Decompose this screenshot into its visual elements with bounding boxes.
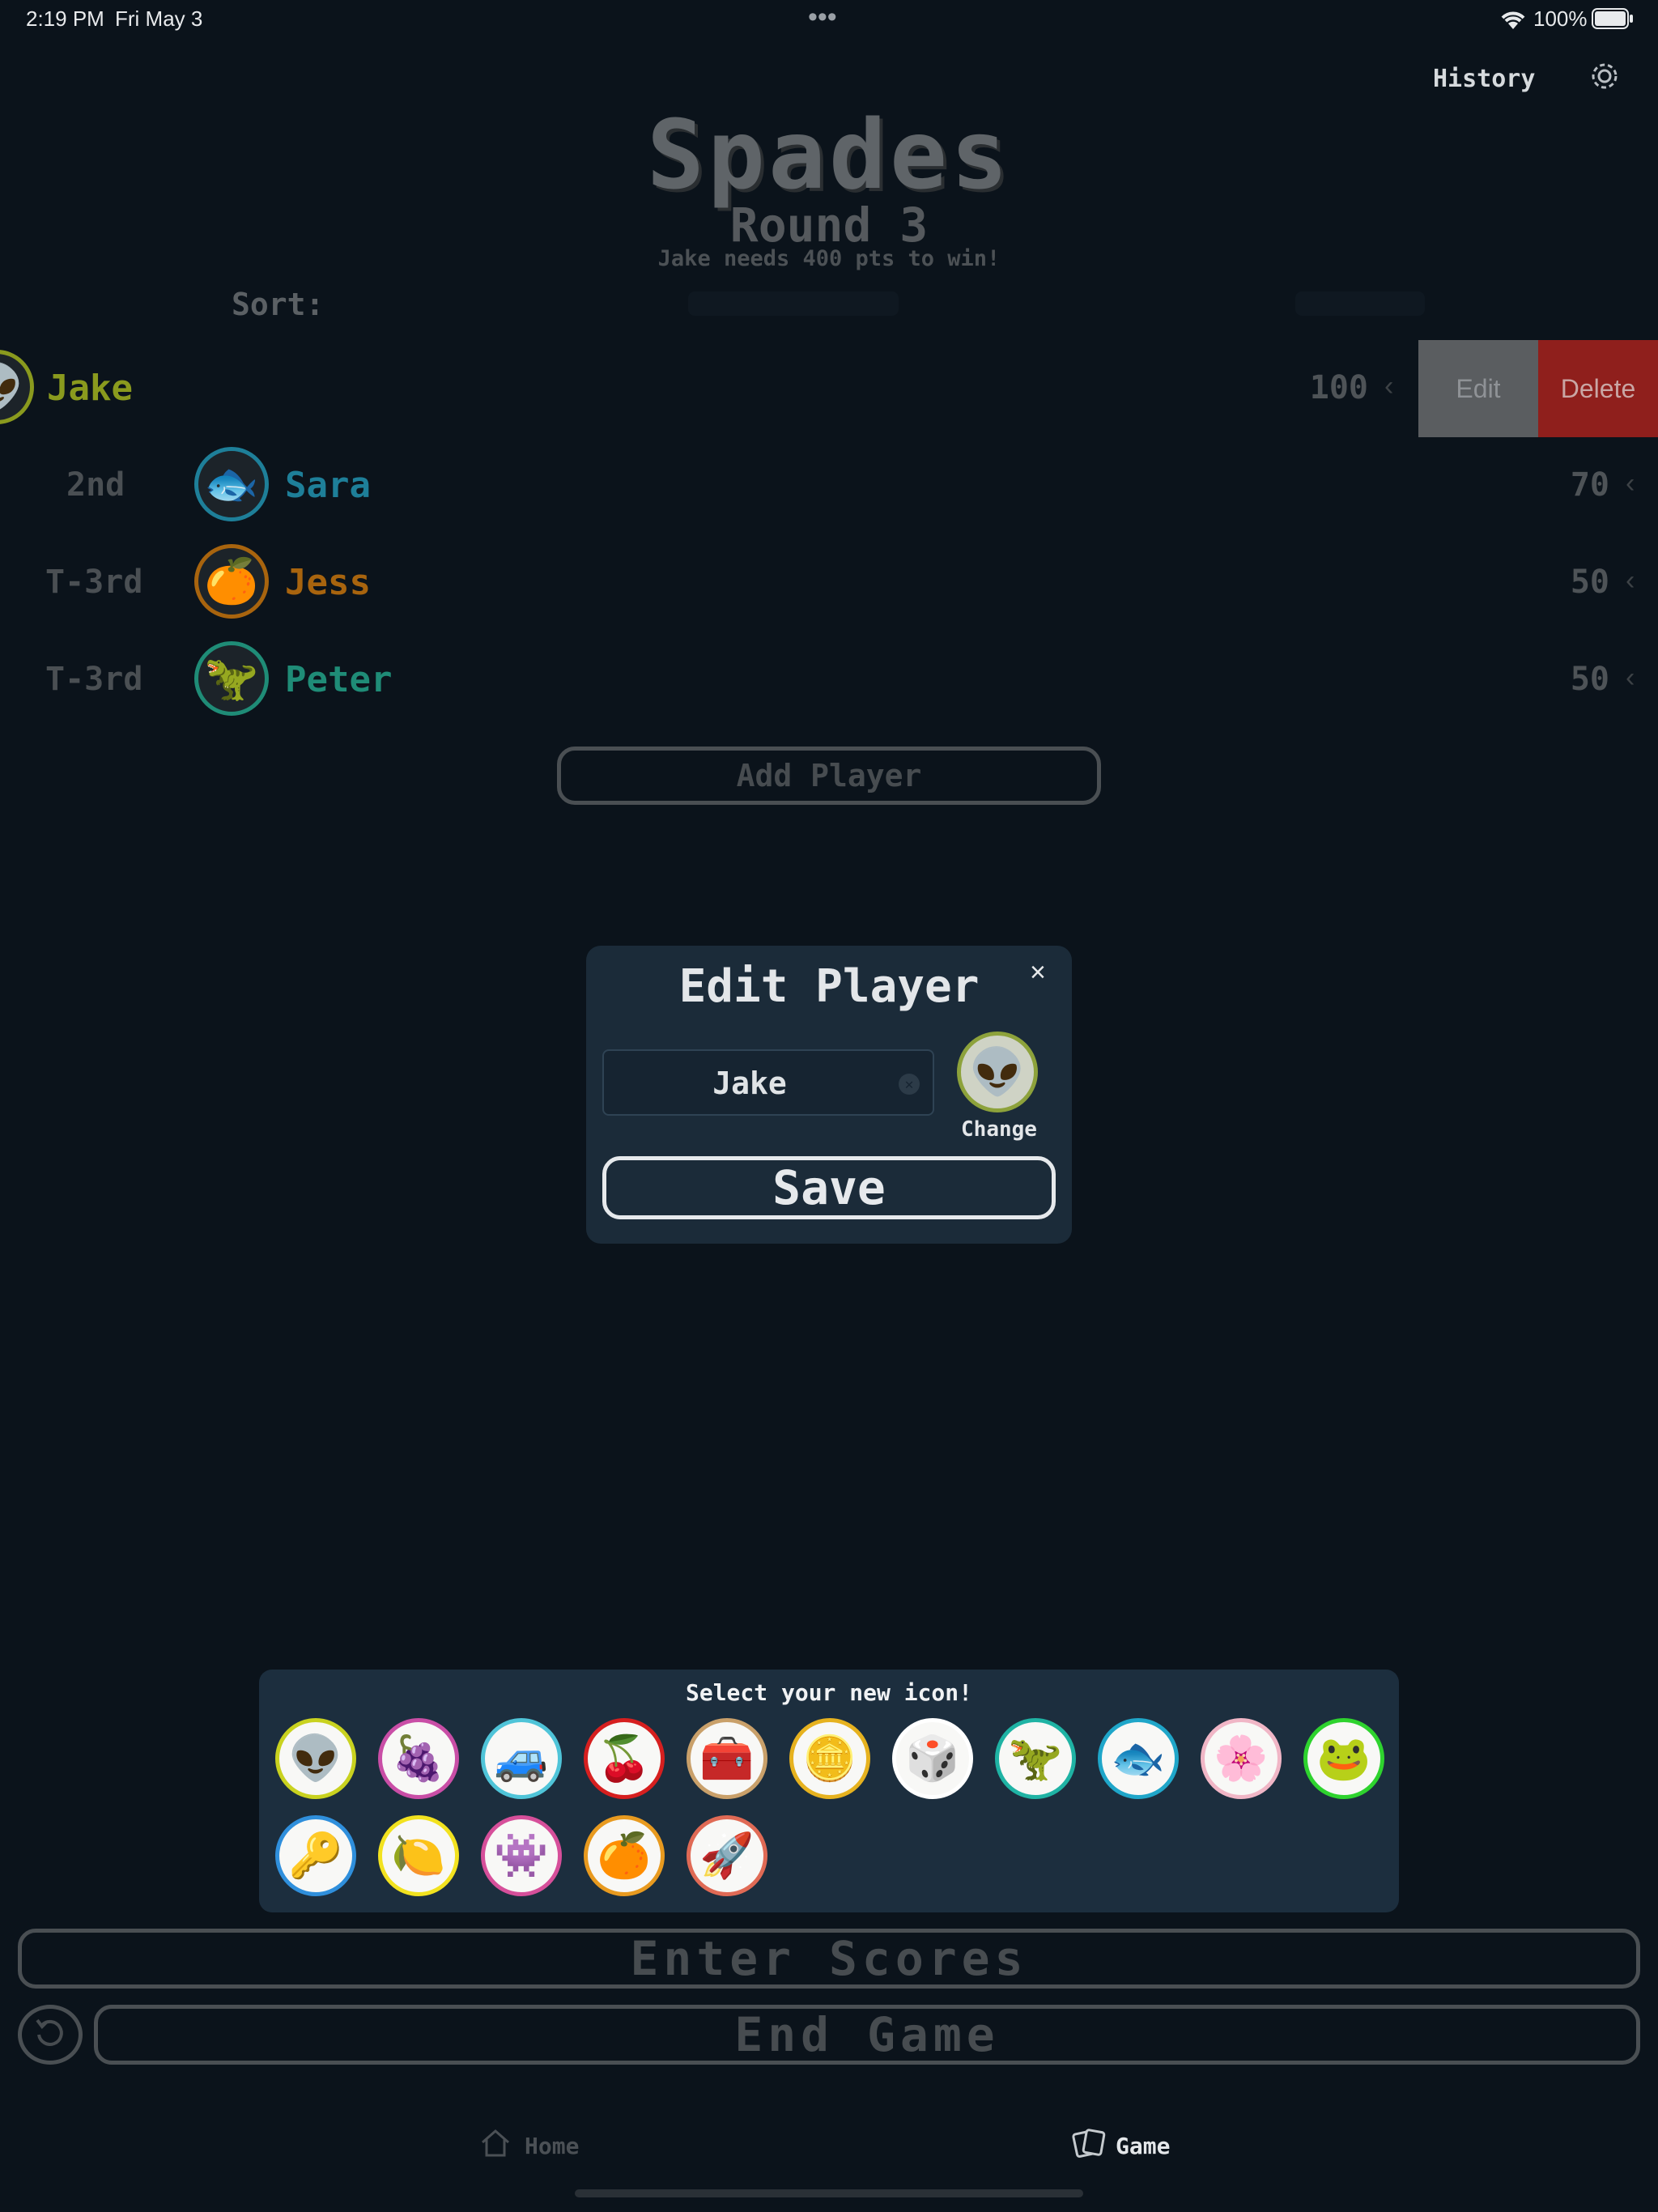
tab-home[interactable]: Home	[525, 2133, 579, 2159]
player-name: Jess	[285, 562, 371, 603]
frog-icon[interactable]: 🐸	[1303, 1718, 1384, 1799]
player-rank: T-3rd	[45, 661, 143, 698]
battery-icon	[1592, 8, 1634, 32]
tab-game[interactable]: Game	[1116, 2133, 1170, 2159]
edit-player-modal: Edit Player × Jake ✕ 👽 Change Save	[586, 946, 1072, 1244]
undo-icon	[32, 2015, 68, 2054]
end-game-button[interactable]: End Game	[94, 2005, 1640, 2065]
rocket-icon[interactable]: 🚀	[687, 1815, 767, 1896]
orange-icon: 🍊	[194, 544, 269, 619]
player-row-jess[interactable]: T-3rd 🍊 Jess 50 ‹	[0, 534, 1658, 632]
grapes-icon[interactable]: 🍇	[378, 1718, 459, 1799]
change-icon-button[interactable]: Change	[942, 1117, 1056, 1142]
edit-button[interactable]: Edit	[1418, 340, 1538, 437]
coin-icon[interactable]: 🪙	[789, 1718, 870, 1799]
history-link[interactable]: History	[1433, 65, 1535, 93]
gear-icon[interactable]	[1588, 60, 1621, 96]
save-button[interactable]: Save	[602, 1156, 1056, 1219]
round-label: Round 3	[729, 198, 929, 253]
player-name: Jake	[47, 368, 133, 409]
dice-icon[interactable]: 🎲	[892, 1718, 973, 1799]
player-score: 50	[1570, 564, 1609, 601]
win-condition: Jake needs 400 pts to win!	[657, 246, 1001, 271]
icon-picker: Select your new icon! 👽 🍇 🚙 🍒 🧰 🪙 🎲 🦖 🐟 🌸 🐸 🔑 🍋 👾 🍊 🚀	[259, 1670, 1399, 1912]
chevron-left-icon[interactable]: ‹	[1626, 468, 1635, 500]
battery-percent: 100%	[1533, 6, 1588, 31]
alien-icon: 👽	[0, 350, 34, 424]
player-row-peter[interactable]: T-3rd 🦖 Peter 50 ‹	[0, 632, 1658, 729]
player-rank: 2nd	[66, 466, 125, 504]
player-score: 100	[1309, 369, 1368, 406]
fish-icon[interactable]: 🐟	[1098, 1718, 1179, 1799]
player-name-value: Jake	[712, 1066, 787, 1101]
status-date: Fri May 3	[115, 6, 203, 31]
enter-scores-button[interactable]: Enter Scores	[18, 1929, 1640, 1989]
undo-button[interactable]	[18, 2005, 83, 2065]
picker-title: Select your new icon!	[685, 1679, 972, 1706]
sort-option-name[interactable]	[688, 291, 899, 316]
clear-icon[interactable]: ✕	[899, 1074, 920, 1095]
key-icon[interactable]: 🔑	[275, 1815, 356, 1896]
player-rank: T-3rd	[45, 564, 143, 601]
lemon-icon[interactable]: 🍋	[378, 1815, 459, 1896]
modal-title: Edit Player	[678, 960, 980, 1013]
delete-button[interactable]: Delete	[1538, 340, 1658, 437]
close-icon[interactable]: ×	[1030, 957, 1046, 989]
flower-icon[interactable]: 🌸	[1201, 1718, 1282, 1799]
dino-icon: 🦖	[194, 641, 269, 716]
multitasking-dots[interactable]: •••	[808, 2, 837, 33]
monster-icon[interactable]: 👾	[481, 1815, 562, 1896]
game-title: Spades	[646, 99, 1012, 211]
player-row-jake[interactable]: 👽 Jake 100 ‹ Edit Delete	[0, 340, 1658, 437]
add-player-button[interactable]: Add Player	[557, 747, 1101, 805]
player-name-input[interactable]: Jake ✕	[602, 1049, 934, 1116]
sort-label: Sort:	[232, 287, 325, 322]
player-name: Peter	[285, 659, 393, 700]
chevron-left-icon[interactable]: ‹	[1626, 565, 1635, 597]
chevron-left-icon[interactable]: ‹	[1626, 662, 1635, 694]
cherry-icon[interactable]: 🍒	[584, 1718, 665, 1799]
alien-icon[interactable]: 👽	[957, 1032, 1038, 1112]
dino-icon[interactable]: 🦖	[995, 1718, 1076, 1799]
treasure-chest-icon[interactable]: 🧰	[687, 1718, 767, 1799]
fish-icon: 🐟	[194, 447, 269, 521]
wifi-icon	[1499, 10, 1527, 34]
player-name: Sara	[285, 465, 371, 506]
player-score: 70	[1570, 466, 1609, 504]
sort-option-score[interactable]	[1295, 291, 1425, 316]
chevron-left-icon[interactable]: ‹	[1384, 371, 1393, 402]
player-score: 50	[1570, 661, 1609, 698]
car-icon[interactable]: 🚙	[481, 1718, 562, 1799]
player-row-sara[interactable]: 2nd 🐟 Sara 70 ‹	[0, 437, 1658, 534]
home-indicator[interactable]	[575, 2189, 1083, 2197]
cards-icon[interactable]	[1072, 2126, 1106, 2163]
home-icon[interactable]	[479, 2128, 512, 2162]
orange-icon[interactable]: 🍊	[584, 1815, 665, 1896]
status-time: 2:19 PM	[26, 6, 104, 31]
alien-icon[interactable]: 👽	[275, 1718, 356, 1799]
